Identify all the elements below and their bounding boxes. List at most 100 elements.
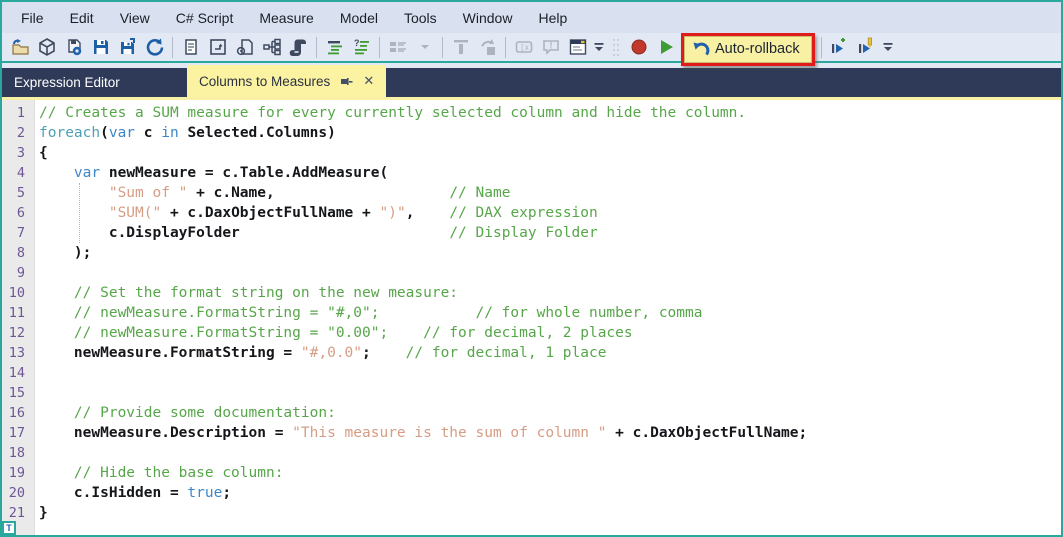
save-icon[interactable]: [87, 34, 114, 60]
menu-item-tools[interactable]: Tools: [391, 5, 450, 31]
code-line[interactable]: 5 "Sum of " + c.Name, // Name: [2, 183, 1061, 203]
code-line[interactable]: 2 foreach(var c in Selected.Columns): [2, 123, 1061, 143]
code-line[interactable]: 9: [2, 263, 1061, 283]
code-editor[interactable]: 1 // Creates a SUM measure for every curr…: [2, 100, 1061, 535]
comment-blocks-icon[interactable]: [384, 34, 411, 60]
code-literal-icon[interactable]: [x]: [510, 34, 537, 60]
line-number: 21: [8, 505, 25, 521]
code-line[interactable]: 12 // newMeasure.FormatString = "0.00"; …: [2, 323, 1061, 343]
code-line[interactable]: 13 newMeasure.FormatString = "#,0.0"; //…: [2, 343, 1061, 363]
message-bubble-icon[interactable]: !: [537, 34, 564, 60]
format-code-alt-icon[interactable]: ?: [348, 34, 375, 60]
line-number: 14: [8, 365, 25, 381]
format-code-icon[interactable]: [321, 34, 348, 60]
hierarchy-icon[interactable]: [258, 34, 285, 60]
move-into-icon[interactable]: [474, 34, 501, 60]
line-number: 18: [8, 445, 25, 461]
code-line[interactable]: 1 // Creates a SUM measure for every curr…: [2, 103, 1061, 123]
close-icon[interactable]: ✕: [363, 73, 374, 89]
deploy-save-icon[interactable]: [60, 34, 87, 60]
toolbar-separator: [316, 36, 317, 58]
record-icon[interactable]: [625, 34, 652, 60]
code-line[interactable]: 11 // newMeasure.FormatString = "#,0"; /…: [2, 303, 1061, 323]
page-gear-icon[interactable]: [231, 34, 258, 60]
tab-columns-to-measures[interactable]: Columns to Measures ✕: [187, 65, 387, 97]
code-line[interactable]: 14: [2, 363, 1061, 383]
line-number: 13: [8, 345, 25, 361]
auto-rollback-label: Auto-rollback: [715, 41, 800, 57]
auto-rollback-highlight-box: Auto-rollback: [681, 32, 815, 66]
window-preview-icon[interactable]: [564, 34, 591, 60]
line-number: 16: [8, 405, 25, 421]
menu-item-c-script[interactable]: C# Script: [163, 5, 247, 31]
menu-item-help[interactable]: Help: [525, 5, 580, 31]
code-text: c.DisplayFolder // Display Folder: [39, 225, 598, 241]
grip-dots: [612, 37, 620, 57]
align-top-icon[interactable]: [447, 34, 474, 60]
code-text: var newMeasure = c.Table.AddMeasure(: [73, 165, 389, 181]
dropdown-arrow-icon[interactable]: [411, 34, 438, 60]
model-cube-icon[interactable]: [33, 34, 60, 60]
open-file-icon[interactable]: [6, 34, 33, 60]
code-line[interactable]: 19 // Hide the base column:: [2, 463, 1061, 483]
menu-item-edit[interactable]: Edit: [57, 5, 107, 31]
script-icon[interactable]: [285, 34, 312, 60]
text-tracking-badge: T: [2, 521, 16, 535]
code-line[interactable]: 7 c.DisplayFolder // Display Folder: [2, 223, 1061, 243]
toolbar-overflow-icon[interactable]: [591, 34, 607, 60]
save-as-icon[interactable]: [114, 34, 141, 60]
auto-rollback-button[interactable]: Auto-rollback: [684, 35, 812, 63]
refresh-icon[interactable]: [141, 34, 168, 60]
line-number: 6: [16, 205, 25, 221]
code-line[interactable]: 8 );: [2, 243, 1061, 263]
line-number: 7: [16, 225, 25, 241]
code-line[interactable]: 21}: [2, 503, 1061, 523]
pin-icon[interactable]: [340, 75, 353, 88]
code-text: // Hide the base column:: [73, 465, 284, 481]
panel-label-expression-editor: Expression Editor: [14, 75, 120, 90]
line-number: 2: [16, 125, 25, 141]
line-number: 1: [16, 105, 25, 121]
code-line[interactable]: 17 newMeasure.Description = "This measur…: [2, 423, 1061, 443]
code-text: // newMeasure.FormatString = "#,0"; // f…: [73, 305, 703, 321]
undo-icon: [691, 40, 710, 59]
run-add-icon[interactable]: [826, 34, 853, 60]
line-number: 12: [8, 325, 25, 341]
menu-bar: File Edit View C# Script Measure Model Tools Wi…: [2, 2, 1061, 33]
new-document-icon[interactable]: [177, 34, 204, 60]
code-line[interactable]: 20 c.IsHidden = true;: [2, 483, 1061, 503]
toolbar-overflow-icon[interactable]: [880, 34, 896, 60]
code-lines: 1 // Creates a SUM measure for every curr…: [2, 103, 1061, 523]
svg-text:!: !: [549, 41, 552, 51]
toolbar-separator: [379, 36, 380, 58]
line-number: 3: [16, 145, 25, 161]
tabular-editor-window: File Edit View C# Script Measure Model Tools Wi…: [0, 0, 1063, 537]
menu-item-view[interactable]: View: [107, 5, 163, 31]
toolbar-separator: [505, 36, 506, 58]
code-text: foreach(var c in Selected.Columns): [39, 125, 336, 141]
run-edit-icon[interactable]: [853, 34, 880, 60]
tab-strip: Expression Editor Columns to Measures ✕: [2, 63, 1061, 100]
code-line[interactable]: 15: [2, 383, 1061, 403]
line-number: 15: [8, 385, 25, 401]
code-line[interactable]: 16 // Provide some documentation:: [2, 403, 1061, 423]
code-line[interactable]: 6 "SUM(" + c.DaxObjectFullName + ")", //…: [2, 203, 1061, 223]
code-text: // Creates a SUM measure for every curre…: [39, 105, 747, 121]
line-number: 8: [16, 245, 25, 261]
tab-label: Columns to Measures: [199, 73, 331, 89]
code-text: "Sum of " + c.Name, // Name: [108, 185, 511, 201]
code-line[interactable]: 4 var newMeasure = c.Table.AddMeasure(: [2, 163, 1061, 183]
menu-item-measure[interactable]: Measure: [246, 5, 326, 31]
code-text: // Provide some documentation:: [73, 405, 336, 421]
code-text: {: [39, 145, 48, 161]
svg-text:?: ?: [354, 38, 360, 48]
code-text: }: [39, 505, 48, 521]
code-line[interactable]: 10 // Set the format string on the new m…: [2, 283, 1061, 303]
menu-item-file[interactable]: File: [8, 5, 57, 31]
window-arrow-icon[interactable]: [204, 34, 231, 60]
menu-item-model[interactable]: Model: [327, 5, 391, 31]
code-line[interactable]: 3{: [2, 143, 1061, 163]
menu-item-window[interactable]: Window: [450, 5, 526, 31]
run-script-icon[interactable]: [652, 34, 679, 60]
code-line[interactable]: 18: [2, 443, 1061, 463]
